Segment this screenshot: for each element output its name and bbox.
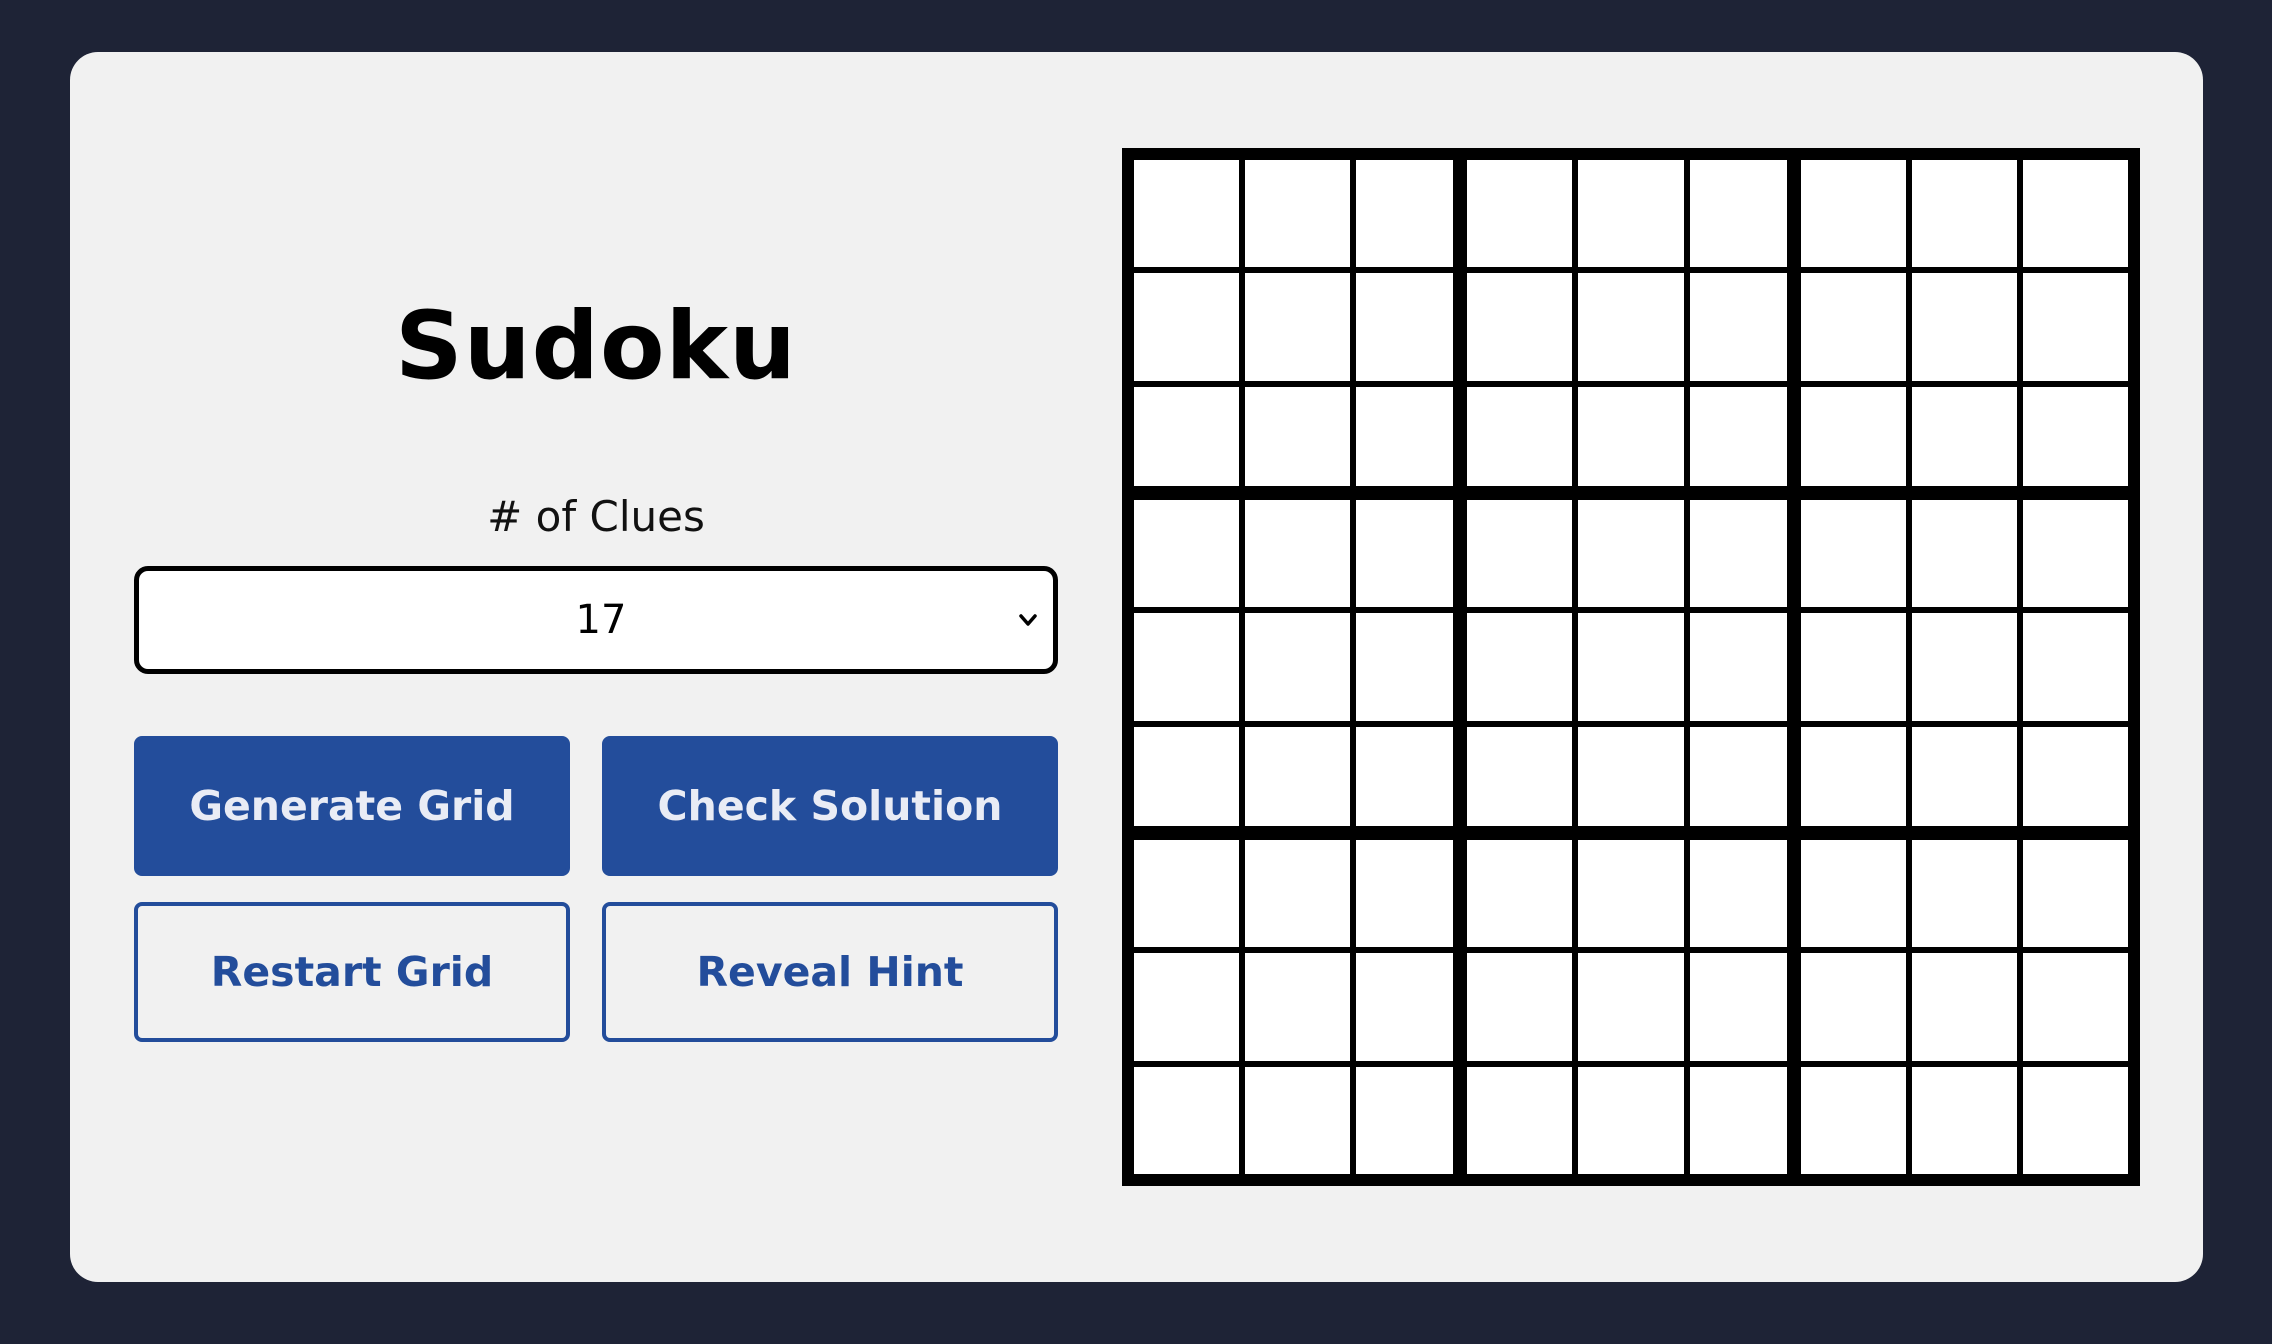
- generate-grid-button[interactable]: Generate Grid: [134, 736, 570, 876]
- sudoku-cell[interactable]: [1467, 840, 1573, 948]
- sudoku-cell[interactable]: [1134, 386, 1240, 486]
- sudoku-cell[interactable]: [1356, 840, 1454, 948]
- sudoku-cell[interactable]: [1467, 726, 1573, 826]
- sudoku-cell[interactable]: [1467, 386, 1573, 486]
- sudoku-cell[interactable]: [2022, 953, 2128, 1061]
- sudoku-cell[interactable]: [1134, 953, 1240, 1061]
- sudoku-cell[interactable]: [1578, 953, 1684, 1061]
- sudoku-cell[interactable]: [1356, 726, 1454, 826]
- sudoku-cell[interactable]: [1356, 160, 1454, 268]
- restart-grid-button[interactable]: Restart Grid: [134, 902, 570, 1042]
- sudoku-cell[interactable]: [1356, 953, 1454, 1061]
- sudoku-cell[interactable]: [2022, 613, 2128, 721]
- sudoku-cell[interactable]: [1578, 273, 1684, 381]
- sudoku-cell[interactable]: [2022, 726, 2128, 826]
- control-panel: Sudoku # of Clues 17 Generate Grid Check…: [134, 52, 1058, 1282]
- check-solution-button[interactable]: Check Solution: [602, 736, 1058, 876]
- sudoku-cell[interactable]: [1800, 953, 1906, 1061]
- sudoku-cell[interactable]: [1134, 500, 1240, 608]
- chevron-down-icon: [1019, 614, 1037, 626]
- page-title: Sudoku: [395, 292, 797, 401]
- sudoku-cell[interactable]: [1134, 613, 1240, 721]
- sudoku-cell[interactable]: [1800, 273, 1906, 381]
- sudoku-cell[interactable]: [1689, 726, 1787, 826]
- sudoku-cell[interactable]: [1578, 840, 1684, 948]
- clues-select-value: 17: [575, 597, 627, 643]
- sudoku-cell[interactable]: [1134, 840, 1240, 948]
- sudoku-cell[interactable]: [1134, 273, 1240, 381]
- sudoku-cell[interactable]: [2022, 386, 2128, 486]
- sudoku-cell[interactable]: [1356, 613, 1454, 721]
- sudoku-cell[interactable]: [1800, 500, 1906, 608]
- sudoku-cell[interactable]: [1578, 386, 1684, 486]
- sudoku-cell[interactable]: [1911, 840, 2017, 948]
- sudoku-cell[interactable]: [1245, 1066, 1351, 1174]
- sudoku-cell[interactable]: [1578, 1066, 1684, 1174]
- reveal-hint-button[interactable]: Reveal Hint: [602, 902, 1058, 1042]
- sudoku-cell[interactable]: [1245, 160, 1351, 268]
- sudoku-cell[interactable]: [1689, 1066, 1787, 1174]
- sudoku-board: [1122, 148, 2140, 1186]
- sudoku-cell[interactable]: [2022, 840, 2128, 948]
- sudoku-cell[interactable]: [1356, 386, 1454, 486]
- sudoku-cell[interactable]: [1578, 160, 1684, 268]
- sudoku-cell[interactable]: [1911, 160, 2017, 268]
- sudoku-cell[interactable]: [1689, 613, 1787, 721]
- main-card: Sudoku # of Clues 17 Generate Grid Check…: [70, 52, 2203, 1282]
- sudoku-cell[interactable]: [1467, 160, 1573, 268]
- clues-label: # of Clues: [487, 492, 705, 541]
- sudoku-cell[interactable]: [1800, 1066, 1906, 1174]
- sudoku-cell[interactable]: [1578, 613, 1684, 721]
- sudoku-cell[interactable]: [1800, 840, 1906, 948]
- sudoku-cell[interactable]: [1800, 726, 1906, 826]
- sudoku-cell[interactable]: [1911, 500, 2017, 608]
- sudoku-cell[interactable]: [1911, 273, 2017, 381]
- sudoku-cell[interactable]: [1356, 273, 1454, 381]
- sudoku-cell[interactable]: [1800, 160, 1906, 268]
- sudoku-cell[interactable]: [1245, 386, 1351, 486]
- sudoku-cell[interactable]: [1689, 953, 1787, 1061]
- sudoku-cell[interactable]: [1134, 160, 1240, 268]
- sudoku-cell[interactable]: [1689, 386, 1787, 486]
- sudoku-cell[interactable]: [2022, 1066, 2128, 1174]
- sudoku-cell[interactable]: [1578, 726, 1684, 826]
- sudoku-cell[interactable]: [1467, 1066, 1573, 1174]
- sudoku-cell[interactable]: [2022, 273, 2128, 381]
- sudoku-cell[interactable]: [1467, 613, 1573, 721]
- sudoku-cell[interactable]: [1578, 500, 1684, 608]
- sudoku-cell[interactable]: [1245, 273, 1351, 381]
- sudoku-cell[interactable]: [1467, 500, 1573, 608]
- sudoku-cell[interactable]: [1689, 500, 1787, 608]
- sudoku-cell[interactable]: [1467, 953, 1573, 1061]
- sudoku-cell[interactable]: [1245, 500, 1351, 608]
- sudoku-cell[interactable]: [1689, 273, 1787, 381]
- clues-select[interactable]: 17: [134, 566, 1058, 674]
- sudoku-cell[interactable]: [1134, 726, 1240, 826]
- sudoku-cell[interactable]: [1689, 840, 1787, 948]
- sudoku-cell[interactable]: [1911, 953, 2017, 1061]
- sudoku-cell[interactable]: [1245, 726, 1351, 826]
- sudoku-cell[interactable]: [1356, 500, 1454, 608]
- sudoku-cell[interactable]: [2022, 500, 2128, 608]
- sudoku-cell[interactable]: [2022, 160, 2128, 268]
- sudoku-cell[interactable]: [1245, 613, 1351, 721]
- sudoku-cell[interactable]: [1800, 613, 1906, 721]
- sudoku-cell[interactable]: [1689, 160, 1787, 268]
- sudoku-cell[interactable]: [1911, 726, 2017, 826]
- sudoku-cell[interactable]: [1245, 840, 1351, 948]
- sudoku-cell[interactable]: [1467, 273, 1573, 381]
- sudoku-cell[interactable]: [1911, 386, 2017, 486]
- sudoku-cell[interactable]: [1134, 1066, 1240, 1174]
- sudoku-cell[interactable]: [1356, 1066, 1454, 1174]
- sudoku-cell[interactable]: [1800, 386, 1906, 486]
- sudoku-cell[interactable]: [1245, 953, 1351, 1061]
- sudoku-cell[interactable]: [1911, 1066, 2017, 1174]
- sudoku-cell[interactable]: [1911, 613, 2017, 721]
